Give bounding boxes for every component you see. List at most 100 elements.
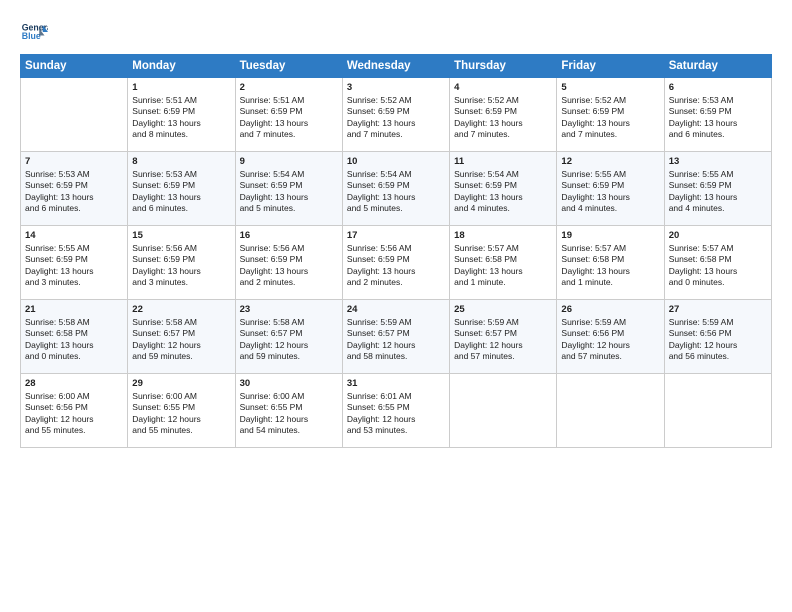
day-info: Sunrise: 6:00 AM Sunset: 6:55 PM Dayligh…	[132, 391, 230, 437]
header: General Blue	[20, 18, 772, 46]
day-info: Sunrise: 5:54 AM Sunset: 6:59 PM Dayligh…	[347, 169, 445, 215]
day-info: Sunrise: 5:57 AM Sunset: 6:58 PM Dayligh…	[669, 243, 767, 289]
calendar-cell: 18 Sunrise: 5:57 AM Sunset: 6:58 PM Dayli…	[450, 226, 557, 300]
calendar-cell: 26 Sunrise: 5:59 AM Sunset: 6:56 PM Dayli…	[557, 300, 664, 374]
day-info: Sunrise: 5:57 AM Sunset: 6:58 PM Dayligh…	[454, 243, 552, 289]
logo-icon: General Blue	[20, 18, 48, 46]
calendar-cell: 7 Sunrise: 5:53 AM Sunset: 6:59 PM Daylig…	[21, 152, 128, 226]
calendar-cell: 11 Sunrise: 5:54 AM Sunset: 6:59 PM Dayli…	[450, 152, 557, 226]
calendar-cell: 19Sunrise: 5:57 AM Sunset: 6:58 PM Dayli…	[557, 226, 664, 300]
day-info: Sunrise: 5:51 AM Sunset: 6:59 PM Dayligh…	[240, 95, 338, 141]
day-info: Sunrise: 5:53 AM Sunset: 6:59 PM Dayligh…	[669, 95, 767, 141]
day-info: Sunrise: 5:58 AM Sunset: 6:57 PM Dayligh…	[132, 317, 230, 363]
day-info: Sunrise: 5:55 AM Sunset: 6:59 PM Dayligh…	[25, 243, 123, 289]
day-info: Sunrise: 5:55 AM Sunset: 6:59 PM Dayligh…	[669, 169, 767, 215]
day-info: Sunrise: 5:59 AM Sunset: 6:57 PM Dayligh…	[454, 317, 552, 363]
week-row-1: 1 Sunrise: 5:51 AM Sunset: 6:59 PM Daylig…	[21, 78, 772, 152]
day-number: 14	[25, 230, 123, 241]
day-info: Sunrise: 6:01 AM Sunset: 6:55 PM Dayligh…	[347, 391, 445, 437]
day-number: 7	[25, 156, 123, 167]
calendar-cell: 21 Sunrise: 5:58 AM Sunset: 6:58 PM Dayli…	[21, 300, 128, 374]
calendar-cell: 30Sunrise: 6:00 AM Sunset: 6:55 PM Dayli…	[235, 374, 342, 448]
day-number: 20	[669, 230, 767, 241]
calendar-cell	[450, 374, 557, 448]
day-number: 25	[454, 304, 552, 315]
calendar-cell: 27 Sunrise: 5:59 AM Sunset: 6:56 PM Dayli…	[664, 300, 771, 374]
page: General Blue SundayMondayTuesdayWednesda…	[0, 0, 792, 612]
day-info: Sunrise: 5:52 AM Sunset: 6:59 PM Dayligh…	[561, 95, 659, 141]
calendar-cell: 22 Sunrise: 5:58 AM Sunset: 6:57 PM Dayli…	[128, 300, 235, 374]
week-row-2: 7 Sunrise: 5:53 AM Sunset: 6:59 PM Daylig…	[21, 152, 772, 226]
calendar-cell: 15 Sunrise: 5:56 AM Sunset: 6:59 PM Dayli…	[128, 226, 235, 300]
calendar-cell	[664, 374, 771, 448]
day-number: 21	[25, 304, 123, 315]
calendar-cell: 14 Sunrise: 5:55 AM Sunset: 6:59 PM Dayli…	[21, 226, 128, 300]
calendar-cell: 3Sunrise: 5:52 AM Sunset: 6:59 PM Daylig…	[342, 78, 449, 152]
calendar-cell: 6 Sunrise: 5:53 AM Sunset: 6:59 PM Daylig…	[664, 78, 771, 152]
day-info: Sunrise: 5:58 AM Sunset: 6:58 PM Dayligh…	[25, 317, 123, 363]
day-number: 2	[240, 82, 338, 93]
day-number: 15	[132, 230, 230, 241]
day-info: Sunrise: 5:57 AM Sunset: 6:58 PM Dayligh…	[561, 243, 659, 289]
day-info: Sunrise: 5:54 AM Sunset: 6:59 PM Dayligh…	[454, 169, 552, 215]
day-info: Sunrise: 5:56 AM Sunset: 6:59 PM Dayligh…	[347, 243, 445, 289]
day-number: 6	[669, 82, 767, 93]
calendar-cell: 12 Sunrise: 5:55 AM Sunset: 6:59 PM Dayli…	[557, 152, 664, 226]
day-info: Sunrise: 5:56 AM Sunset: 6:59 PM Dayligh…	[240, 243, 338, 289]
calendar-cell: 13 Sunrise: 5:55 AM Sunset: 6:59 PM Dayli…	[664, 152, 771, 226]
day-number: 27	[669, 304, 767, 315]
col-header-monday: Monday	[128, 55, 235, 78]
logo: General Blue	[20, 18, 52, 46]
header-row: SundayMondayTuesdayWednesdayThursdayFrid…	[21, 55, 772, 78]
day-number: 5	[561, 82, 659, 93]
calendar-cell: 20 Sunrise: 5:57 AM Sunset: 6:58 PM Dayli…	[664, 226, 771, 300]
day-number: 17	[347, 230, 445, 241]
day-number: 12	[561, 156, 659, 167]
col-header-wednesday: Wednesday	[342, 55, 449, 78]
svg-text:Blue: Blue	[22, 31, 41, 41]
calendar-cell: 16 Sunrise: 5:56 AM Sunset: 6:59 PM Dayli…	[235, 226, 342, 300]
day-number: 18	[454, 230, 552, 241]
calendar-cell: 25 Sunrise: 5:59 AM Sunset: 6:57 PM Dayli…	[450, 300, 557, 374]
calendar-cell: 24Sunrise: 5:59 AM Sunset: 6:57 PM Dayli…	[342, 300, 449, 374]
day-info: Sunrise: 5:53 AM Sunset: 6:59 PM Dayligh…	[25, 169, 123, 215]
day-info: Sunrise: 5:58 AM Sunset: 6:57 PM Dayligh…	[240, 317, 338, 363]
day-info: Sunrise: 6:00 AM Sunset: 6:56 PM Dayligh…	[25, 391, 123, 437]
calendar-cell: 5 Sunrise: 5:52 AM Sunset: 6:59 PM Daylig…	[557, 78, 664, 152]
day-info: Sunrise: 5:56 AM Sunset: 6:59 PM Dayligh…	[132, 243, 230, 289]
day-info: Sunrise: 5:59 AM Sunset: 6:56 PM Dayligh…	[561, 317, 659, 363]
calendar-cell	[21, 78, 128, 152]
day-number: 31	[347, 378, 445, 389]
day-info: Sunrise: 5:54 AM Sunset: 6:59 PM Dayligh…	[240, 169, 338, 215]
day-number: 28	[25, 378, 123, 389]
day-number: 8	[132, 156, 230, 167]
calendar-cell: 4Sunrise: 5:52 AM Sunset: 6:59 PM Daylig…	[450, 78, 557, 152]
col-header-sunday: Sunday	[21, 55, 128, 78]
calendar-cell	[557, 374, 664, 448]
col-header-saturday: Saturday	[664, 55, 771, 78]
calendar-cell: 9 Sunrise: 5:54 AM Sunset: 6:59 PM Daylig…	[235, 152, 342, 226]
col-header-tuesday: Tuesday	[235, 55, 342, 78]
calendar-cell: 8 Sunrise: 5:53 AM Sunset: 6:59 PM Daylig…	[128, 152, 235, 226]
day-number: 9	[240, 156, 338, 167]
day-number: 26	[561, 304, 659, 315]
day-number: 23	[240, 304, 338, 315]
calendar-cell: 10Sunrise: 5:54 AM Sunset: 6:59 PM Dayli…	[342, 152, 449, 226]
day-number: 16	[240, 230, 338, 241]
day-number: 3	[347, 82, 445, 93]
day-number: 29	[132, 378, 230, 389]
calendar-table: SundayMondayTuesdayWednesdayThursdayFrid…	[20, 54, 772, 448]
week-row-3: 14 Sunrise: 5:55 AM Sunset: 6:59 PM Dayli…	[21, 226, 772, 300]
calendar-cell: 17 Sunrise: 5:56 AM Sunset: 6:59 PM Dayli…	[342, 226, 449, 300]
day-number: 24	[347, 304, 445, 315]
day-number: 11	[454, 156, 552, 167]
day-info: Sunrise: 5:55 AM Sunset: 6:59 PM Dayligh…	[561, 169, 659, 215]
col-header-thursday: Thursday	[450, 55, 557, 78]
calendar-cell: 23 Sunrise: 5:58 AM Sunset: 6:57 PM Dayli…	[235, 300, 342, 374]
day-info: Sunrise: 5:59 AM Sunset: 6:56 PM Dayligh…	[669, 317, 767, 363]
day-number: 22	[132, 304, 230, 315]
day-info: Sunrise: 5:53 AM Sunset: 6:59 PM Dayligh…	[132, 169, 230, 215]
day-number: 1	[132, 82, 230, 93]
calendar-cell: 2 Sunrise: 5:51 AM Sunset: 6:59 PM Daylig…	[235, 78, 342, 152]
day-number: 13	[669, 156, 767, 167]
